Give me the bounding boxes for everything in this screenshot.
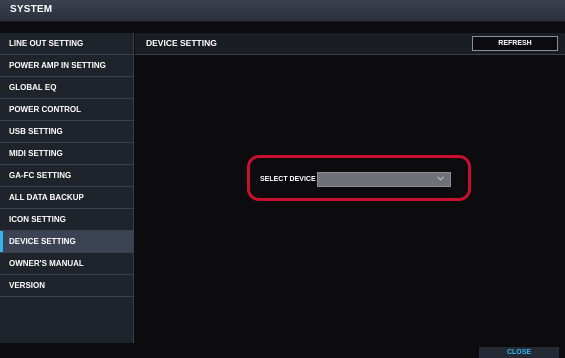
sidebar-item-line-out-setting[interactable]: LINE OUT SETTING bbox=[0, 33, 133, 55]
select-device-label: SELECT DEVICE bbox=[260, 176, 316, 183]
sidebar-item-device-setting[interactable]: DEVICE SETTING bbox=[0, 231, 133, 253]
sidebar-item-all-data-backup[interactable]: ALL DATA BACKUP bbox=[0, 187, 133, 209]
select-device-dropdown[interactable] bbox=[317, 172, 451, 187]
sidebar-item-usb-setting[interactable]: USB SETTING bbox=[0, 121, 133, 143]
title-bar: SYSTEM bbox=[0, 0, 565, 22]
window-title: SYSTEM bbox=[10, 4, 53, 15]
sidebar-item-power-amp-in-setting[interactable]: POWER AMP IN SETTING bbox=[0, 55, 133, 77]
sidebar: LINE OUT SETTING POWER AMP IN SETTING GL… bbox=[0, 33, 134, 343]
refresh-button[interactable]: REFRESH bbox=[472, 36, 558, 51]
bottom-bar: CLOSE bbox=[0, 343, 565, 358]
sidebar-item-version[interactable]: VERSION bbox=[0, 275, 133, 297]
sidebar-item-power-control[interactable]: POWER CONTROL bbox=[0, 99, 133, 121]
chevron-down-icon bbox=[437, 176, 444, 181]
main-panel: DEVICE SETTING REFRESH SELECT DEVICE bbox=[135, 33, 565, 343]
main-header: DEVICE SETTING REFRESH bbox=[135, 33, 565, 55]
page-title: DEVICE SETTING bbox=[146, 38, 217, 48]
sidebar-item-global-eq[interactable]: GLOBAL EQ bbox=[0, 77, 133, 99]
sidebar-item-icon-setting[interactable]: ICON SETTING bbox=[0, 209, 133, 231]
close-button[interactable]: CLOSE bbox=[479, 347, 559, 358]
sidebar-item-owners-manual[interactable]: OWNER'S MANUAL bbox=[0, 253, 133, 275]
sidebar-item-ga-fc-setting[interactable]: GA-FC SETTING bbox=[0, 165, 133, 187]
sidebar-item-midi-setting[interactable]: MIDI SETTING bbox=[0, 143, 133, 165]
